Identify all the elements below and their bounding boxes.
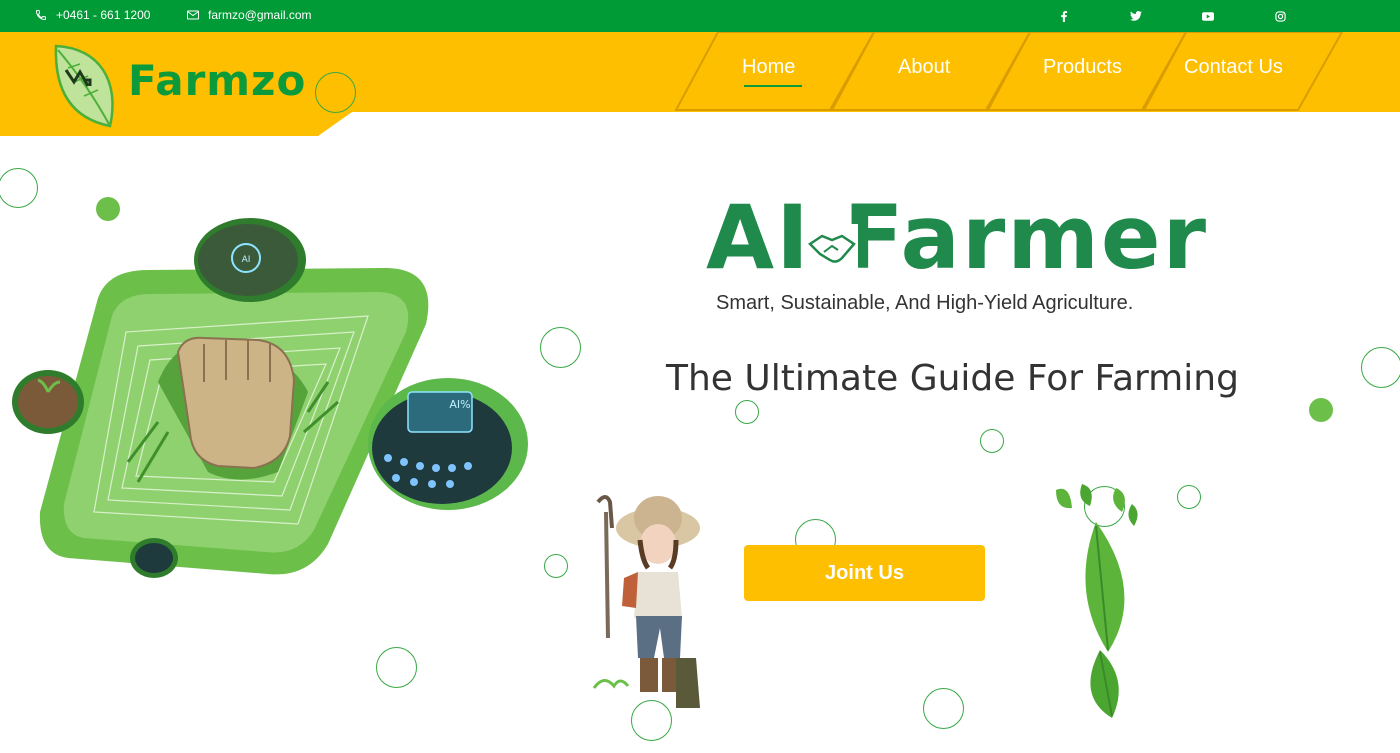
decor-ring — [315, 72, 356, 113]
email-contact[interactable]: farmzo@gmail.com — [186, 8, 312, 22]
hero-title: AI Farmer — [706, 186, 1208, 289]
decor-ring — [540, 327, 581, 368]
phone-icon — [34, 8, 48, 22]
nav-home[interactable]: Home — [742, 56, 795, 79]
nav-active-indicator — [744, 85, 802, 87]
decor-ring — [735, 400, 759, 424]
top-bar: +0461 - 661 1200 farmzo@gmail.com — [0, 0, 1400, 32]
email-address: farmzo@gmail.com — [208, 8, 312, 22]
hero-tagline: Smart, Sustainable, And High-Yield Agric… — [716, 292, 1134, 314]
decor-ring — [0, 168, 38, 208]
smart-farm-bubble: AI% — [368, 378, 528, 510]
decor-ring — [923, 688, 964, 729]
facebook-icon[interactable] — [1056, 8, 1072, 24]
decor-ring — [1361, 347, 1400, 388]
decor-ring — [544, 554, 568, 578]
mail-icon — [186, 8, 200, 22]
decor-ring — [980, 429, 1004, 453]
handshake-icon — [806, 224, 858, 270]
farmer-character — [592, 495, 700, 708]
instagram-icon[interactable] — [1272, 8, 1288, 24]
landing-page: +0461 - 661 1200 farmzo@gmail.com Farmzo… — [0, 0, 1400, 753]
logo-leaf-icon[interactable] — [50, 42, 120, 130]
hero-headline: The Ultimate Guide For Farming — [666, 358, 1239, 399]
svg-text:AI%: AI% — [449, 398, 470, 411]
phone-contact[interactable]: +0461 - 661 1200 — [34, 8, 150, 22]
brand-name[interactable]: Farmzo — [128, 56, 306, 105]
nav-contact-us[interactable]: Contact Us — [1184, 56, 1283, 79]
seedling-hands-bubble — [12, 370, 84, 434]
circuit-bubble — [130, 538, 178, 578]
svg-text:AI: AI — [242, 255, 251, 265]
nav-about[interactable]: About — [898, 56, 950, 79]
phone-number: +0461 - 661 1200 — [56, 8, 151, 22]
decor-ring — [1177, 485, 1201, 509]
decor-dot — [1309, 398, 1333, 422]
join-us-button[interactable]: Joint Us — [744, 545, 985, 601]
nav-products[interactable]: Products — [1043, 56, 1122, 79]
hero-illustration: AI AI% — [12, 218, 528, 578]
decor-ring — [376, 647, 417, 688]
twitter-icon[interactable] — [1128, 8, 1144, 24]
leaf-decoration-icon — [1056, 484, 1138, 718]
youtube-icon[interactable] — [1200, 8, 1216, 24]
ai-tech-bubble-top: AI — [194, 218, 306, 302]
